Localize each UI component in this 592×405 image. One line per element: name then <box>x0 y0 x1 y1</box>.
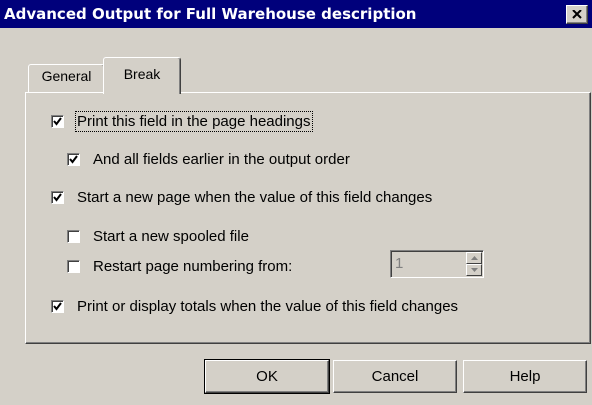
tab-break[interactable]: Break <box>103 57 181 94</box>
new-spooled-file-checkbox[interactable]: Start a new spooled file <box>67 228 249 245</box>
earlier-fields-label: And all fields earlier in the output ord… <box>93 151 350 168</box>
print-in-page-headings-checkbox[interactable]: Print this field in the page headings <box>51 111 313 132</box>
checkbox-box[interactable] <box>67 153 80 166</box>
cancel-button[interactable]: Cancel <box>333 360 457 393</box>
new-spooled-file-label: Start a new spooled file <box>93 228 249 245</box>
checkmark-icon <box>69 155 78 164</box>
restart-page-number-spinner[interactable]: 1 <box>390 250 484 278</box>
tab-break-label: Break <box>123 66 161 82</box>
spinner-down-button[interactable] <box>466 264 482 276</box>
checkbox-box[interactable] <box>51 115 64 128</box>
checkmark-icon <box>53 193 62 202</box>
window-title: Advanced Output for Full Warehouse descr… <box>4 5 417 23</box>
checkbox-box[interactable] <box>51 300 64 313</box>
checkmark-icon <box>53 117 62 126</box>
help-button-label: Help <box>509 368 541 385</box>
new-page-on-change-checkbox[interactable]: Start a new page when the value of this … <box>51 189 432 206</box>
restart-page-numbering-label: Restart page numbering from: <box>93 258 293 275</box>
tab-general-label: General <box>41 68 92 84</box>
print-in-page-headings-label: Print this field in the page headings <box>75 111 313 132</box>
cancel-button-label: Cancel <box>371 368 419 385</box>
print-totals-on-change-label: Print or display totals when the value o… <box>77 298 459 315</box>
checkbox-box[interactable] <box>67 230 80 243</box>
spinner-buttons <box>466 252 482 276</box>
close-x-icon <box>572 10 582 19</box>
ok-button[interactable]: OK <box>204 359 330 394</box>
ok-button-label: OK <box>256 368 278 385</box>
arrow-up-icon <box>470 256 478 260</box>
print-totals-on-change-checkbox[interactable]: Print or display totals when the value o… <box>51 298 458 315</box>
close-button[interactable] <box>566 5 588 24</box>
checkbox-box[interactable] <box>51 191 64 204</box>
title-bar[interactable]: Advanced Output for Full Warehouse descr… <box>0 0 592 28</box>
help-button[interactable]: Help <box>463 360 587 393</box>
earlier-fields-checkbox[interactable]: And all fields earlier in the output ord… <box>67 151 350 168</box>
spinner-up-button[interactable] <box>466 252 482 264</box>
restart-page-numbering-checkbox[interactable]: Restart page numbering from: <box>67 258 292 275</box>
checkbox-box[interactable] <box>67 260 80 273</box>
arrow-down-icon <box>470 268 478 272</box>
restart-page-number-value[interactable]: 1 <box>395 255 403 272</box>
checkmark-icon <box>53 302 62 311</box>
tab-general[interactable]: General <box>28 64 105 92</box>
new-page-on-change-label: Start a new page when the value of this … <box>77 189 433 206</box>
